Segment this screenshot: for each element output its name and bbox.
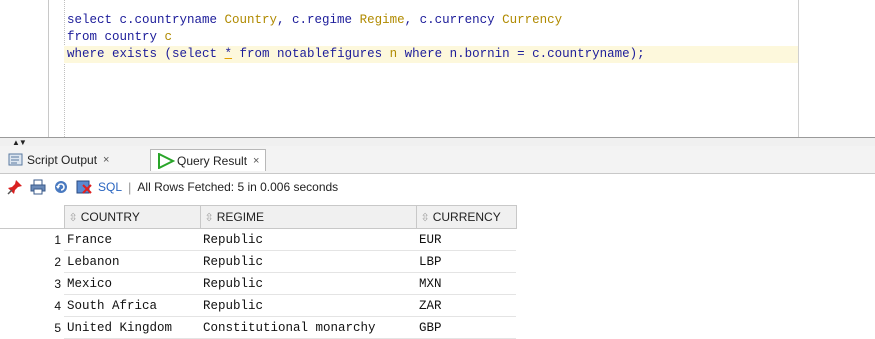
tab-label: Query Result [177,153,248,168]
row-number: 2 [54,254,61,269]
sql-keyword: from country [67,30,165,44]
sort-icon: ⇳ [68,212,78,224]
result-grid: ⇳ COUNTRY ⇳ REGIME ⇳ CURRENCY 1 France Repu… [0,205,517,339]
delete-icon[interactable] [75,179,92,196]
panel-splitter[interactable]: ▲▼ [0,137,875,147]
sql-keyword: from notablefigures [232,47,390,61]
row-number: 3 [54,276,61,291]
row-number-header [0,205,64,229]
cell-regime[interactable]: Republic [200,228,416,251]
tab-label: Script Output [27,153,98,167]
sql-star: * [224,47,233,61]
sql-alias: n [389,47,398,61]
sort-icon: ⇳ [204,212,214,224]
sort-icon: ⇳ [420,212,430,224]
cell-regime[interactable]: Republic [200,294,416,317]
sql-alias: Country [224,13,278,27]
close-tab-icon[interactable]: × [253,155,259,167]
sql-keyword: , c.regime [277,13,360,27]
cell-regime[interactable]: Republic [200,272,416,295]
table-row[interactable]: 2 Lebanon Republic LBP [0,250,516,273]
sql-alias: Regime [359,13,405,27]
column-header-label: COUNTRY [80,210,140,224]
sql-code[interactable]: select c.countryname Country, c.regime R… [64,12,798,63]
sql-editor[interactable]: select c.countryname Country, c.regime R… [0,0,875,137]
cell-country[interactable]: South Africa [64,294,200,317]
row-number: 5 [54,320,61,335]
sql-keyword: , c.currency [404,13,503,27]
code-line[interactable]: where exists (select * from notablefigur… [64,46,798,63]
row-number: 1 [54,232,61,247]
cell-currency[interactable]: MXN [416,272,516,295]
output-tabbar: Script Output × Query Result × [0,146,875,174]
cell-currency[interactable]: LBP [416,250,516,273]
sql-keyword: select c.countryname [67,13,225,27]
print-icon[interactable] [29,179,46,196]
editor-gutter [48,0,49,137]
result-toolbar: SQL | All Rows Fetched: 5 in 0.006 secon… [0,174,875,200]
column-header-regime[interactable]: ⇳ REGIME [199,205,417,229]
pin-icon[interactable] [6,179,23,196]
sql-alias: c [164,30,173,44]
fold-guide [64,0,65,137]
script-output-icon [8,153,23,166]
cell-currency[interactable]: GBP [416,316,516,339]
sql-keyword: where exists (select [67,47,225,61]
column-header-country[interactable]: ⇳ COUNTRY [63,205,201,229]
table-row[interactable]: 1 France Republic EUR [0,228,516,251]
column-header-label: REGIME [216,210,265,224]
cell-country[interactable]: United Kingdom [64,316,200,339]
sql-keyword: where n.bornin = c.countryname); [397,47,645,61]
cell-country[interactable]: Lebanon [64,250,200,273]
cell-currency[interactable]: ZAR [416,294,516,317]
cell-currency[interactable]: EUR [416,228,516,251]
table-row[interactable]: 5 United Kingdom Constitutional monarchy… [0,316,516,339]
tab-script-output[interactable]: Script Output × [2,149,115,171]
refresh-icon[interactable] [52,179,69,196]
cell-regime[interactable]: Constitutional monarchy [200,316,416,339]
fetch-status: All Rows Fetched: 5 in 0.006 seconds [137,180,339,194]
sql-alias: Currency [502,13,563,27]
code-line[interactable]: select c.countryname Country, c.regime R… [67,12,798,29]
editor-margin-line [798,0,799,137]
table-row[interactable]: 3 Mexico Republic MXN [0,272,516,295]
cell-country[interactable]: France [64,228,200,251]
row-number: 4 [54,298,61,313]
code-line[interactable]: from country c [67,29,798,46]
toolbar-separator: | [128,179,132,195]
column-header-currency[interactable]: ⇳ CURRENCY [415,205,517,229]
header-row: ⇳ COUNTRY ⇳ REGIME ⇳ CURRENCY [0,205,517,229]
cell-regime[interactable]: Republic [200,250,416,273]
table-row[interactable]: 4 South Africa Republic ZAR [0,294,516,317]
cell-country[interactable]: Mexico [64,272,200,295]
column-header-label: CURRENCY [432,210,501,224]
run-arrow-icon [158,152,175,169]
close-tab-icon[interactable]: × [103,154,109,166]
sql-button[interactable]: SQL [98,180,122,194]
tab-query-result[interactable]: Query Result × [150,149,267,171]
